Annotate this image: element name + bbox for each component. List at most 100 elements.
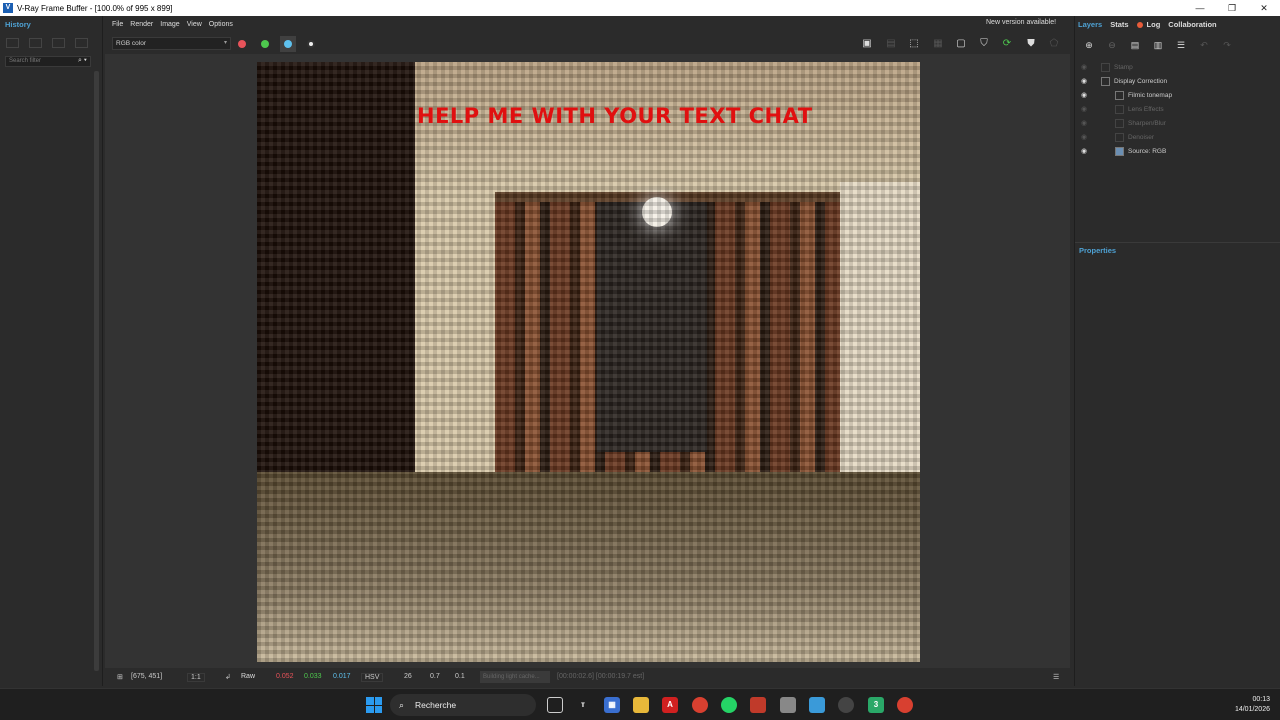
green-value: 0.033	[304, 673, 322, 680]
pixel-info-icon[interactable]: ⊞	[117, 673, 123, 681]
save-all-icon[interactable]: ▤	[883, 36, 899, 52]
visibility-icon[interactable]: ◉	[1075, 133, 1093, 141]
layer-label: Stamp	[1114, 63, 1133, 71]
tonemap-icon	[1115, 90, 1124, 100]
refresh-icon[interactable]: ⟳	[999, 36, 1015, 52]
visibility-icon[interactable]: ◉	[1075, 119, 1093, 127]
title-bar: V V-Ray Frame Buffer - [100.0% of 995 x …	[0, 0, 1280, 16]
panel-tabs: Layers Stats Log Collaboration	[1078, 20, 1225, 29]
chrome-icon[interactable]	[897, 697, 913, 713]
add-layer-icon[interactable]: ⊕	[1081, 40, 1097, 52]
menu-image[interactable]: Image	[160, 21, 179, 28]
color-mode: Raw	[241, 673, 256, 680]
visibility-icon[interactable]: ◉	[1075, 91, 1093, 99]
track-mouse-icon[interactable]: ▢	[953, 36, 969, 52]
clamp-icon[interactable]: ↲	[225, 673, 231, 681]
menu-bar: File Render Image View Options	[105, 16, 233, 32]
blue-channel-button[interactable]	[280, 36, 296, 52]
taskbar-search-label: Recherche	[415, 700, 457, 710]
layer-stamp[interactable]: ◉ Stamp	[1075, 60, 1280, 74]
close-icon[interactable]: ✕	[1248, 3, 1280, 14]
zoom-select[interactable]: 1:1	[187, 673, 205, 682]
mono-channel-button[interactable]	[303, 36, 319, 52]
sharpen-icon	[1115, 118, 1124, 128]
layer-filmic-tonemap[interactable]: ◉ Filmic tonemap	[1075, 88, 1280, 102]
save-layers-icon[interactable]: ▥	[1150, 40, 1166, 52]
menu-options[interactable]: Options	[209, 21, 233, 28]
system-clock[interactable]: 00:13 14/01/2026	[1235, 695, 1270, 715]
layer-presets-icon[interactable]: ☰	[1173, 40, 1189, 52]
menu-view[interactable]: View	[187, 21, 202, 28]
undo-icon[interactable]: ↶	[1196, 40, 1212, 52]
load-history-icon[interactable]	[52, 38, 65, 48]
compare-history-icon[interactable]	[29, 38, 42, 48]
lens-effects-icon	[1115, 104, 1124, 114]
save-history-icon[interactable]	[6, 38, 19, 48]
search-icon[interactable]: ⌕ ▾	[78, 57, 87, 65]
visibility-icon[interactable]: ◉	[1075, 105, 1093, 113]
properties-header: Properties	[1079, 246, 1117, 255]
log-icon[interactable]: ☰	[1053, 673, 1059, 681]
delete-history-icon[interactable]	[75, 38, 88, 48]
log-alert-icon	[1136, 22, 1143, 29]
colorspace-select[interactable]: HSV	[361, 673, 384, 682]
layer-list: ◉ Stamp ◉ Display Correction ◉ Filmic to…	[1075, 60, 1280, 158]
red-value: 0.052	[276, 673, 294, 680]
layer-display-correction[interactable]: ◉ Display Correction	[1075, 74, 1280, 88]
tab-collaboration[interactable]: Collaboration	[1168, 20, 1216, 29]
layer-lens-effects[interactable]: ◉ Lens Effects	[1075, 102, 1280, 116]
value-value: 0.1	[455, 673, 465, 680]
render-time: [00:00:02.6] [00:00:19.7 est]	[557, 673, 645, 680]
save-image-icon[interactable]: ▣	[859, 36, 875, 52]
windows-start-icon[interactable]	[366, 697, 382, 713]
green-channel-button[interactable]	[257, 36, 273, 52]
region-render-icon[interactable]: ⬚	[906, 36, 922, 52]
task-view-icon[interactable]	[547, 697, 563, 713]
render-last-icon[interactable]: ⬠	[1046, 36, 1062, 52]
acrobat-icon[interactable]: A	[662, 697, 678, 713]
channel-select[interactable]: RGB color ▾	[112, 37, 231, 50]
layers-toolbar: ⊕ ⊖ ▤ ▥ ☰ ↶ ↷	[1081, 40, 1242, 52]
render-image[interactable]: HELP ME WITH YOUR TEXT CHAT	[257, 62, 920, 662]
new-version-notice[interactable]: New version available!	[986, 19, 1056, 26]
redo-icon[interactable]: ↷	[1219, 40, 1235, 52]
visibility-icon[interactable]: ◉	[1075, 147, 1093, 155]
app-icon[interactable]	[838, 697, 854, 713]
tab-layers[interactable]: Layers	[1078, 20, 1102, 29]
render-progress: Building light cache...	[480, 671, 550, 683]
file-explorer-icon[interactable]	[633, 697, 649, 713]
layer-source-rgb[interactable]: ◉ Source: RGB	[1075, 144, 1280, 158]
sketchup-icon[interactable]: 3	[868, 697, 884, 713]
restore-icon[interactable]: ❐	[1216, 3, 1248, 14]
layer-denoiser[interactable]: ◉ Denoiser	[1075, 130, 1280, 144]
remove-layer-icon[interactable]: ⊖	[1104, 40, 1120, 52]
menu-file[interactable]: File	[112, 21, 123, 28]
whatsapp-icon[interactable]	[721, 697, 737, 713]
layer-label: Denoiser	[1128, 133, 1155, 141]
minimize-icon[interactable]: —	[1184, 3, 1216, 13]
render-interactive-icon[interactable]: ⛉	[976, 36, 992, 52]
history-panel: History Search filter ⌕ ▾	[0, 16, 103, 686]
layer-sharpen-blur[interactable]: ◉ Sharpen/Blur	[1075, 116, 1280, 130]
app-icon[interactable]	[809, 697, 825, 713]
search-icon: ⌕	[399, 700, 405, 710]
stop-render-icon[interactable]: ⛊	[1023, 36, 1039, 52]
panel-divider[interactable]	[1075, 242, 1280, 243]
red-channel-button[interactable]	[234, 36, 250, 52]
app-icon[interactable]: ᴛ	[575, 697, 591, 713]
calculator-icon[interactable]	[780, 697, 796, 713]
tab-log[interactable]: Log	[1136, 20, 1160, 29]
store-icon[interactable]: ▦	[604, 697, 620, 713]
visibility-icon[interactable]: ◉	[1075, 77, 1093, 85]
image-viewport[interactable]: HELP ME WITH YOUR TEXT CHAT	[105, 54, 1070, 668]
display-correction-icon[interactable]: ▦	[930, 36, 946, 52]
menu-render[interactable]: Render	[130, 21, 153, 28]
chrome-icon[interactable]	[692, 697, 708, 713]
taskbar-search[interactable]: ⌕ Recherche	[390, 694, 536, 716]
history-scrollbar[interactable]	[94, 71, 99, 671]
tab-stats[interactable]: Stats	[1110, 20, 1128, 29]
app-icon[interactable]	[750, 697, 766, 713]
load-layers-icon[interactable]: ▤	[1127, 40, 1143, 52]
visibility-icon[interactable]: ◉	[1075, 63, 1093, 71]
tab-history[interactable]: History	[5, 20, 31, 29]
